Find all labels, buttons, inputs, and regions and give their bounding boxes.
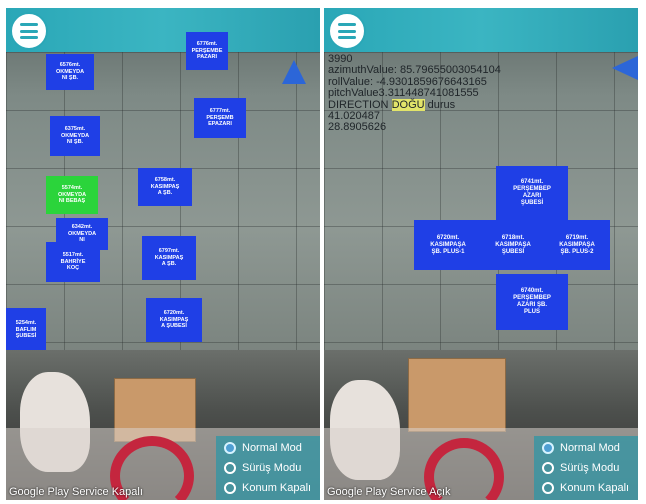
option-konum-kapali[interactable]: Konum Kapalı	[224, 478, 311, 498]
direction-text: DIRECTION DOĞU durus	[328, 98, 456, 111]
option-normal-mod[interactable]: Normal Mod	[224, 438, 302, 458]
ar-location-tag[interactable]: 6741mt. PERŞEMBEP AZARI ŞUBESİ	[496, 166, 568, 220]
hud-line: 28.8905626	[328, 121, 387, 134]
ar-location-tag[interactable]: 6758mt. KASIMPAŞ A ŞB.	[138, 168, 192, 206]
top-bar	[324, 8, 638, 52]
radio-icon[interactable]	[224, 482, 236, 494]
hamburger-menu-icon	[338, 23, 356, 39]
mode-options-panel: Normal Mod Sürüş Modu Konum Kapalı	[216, 436, 320, 500]
direction-highlight: DOĞU	[391, 98, 425, 111]
option-label: Sürüş Modu	[242, 462, 302, 474]
ar-location-tag[interactable]: 6777mt. PERŞEMB EPAZARI	[194, 98, 246, 138]
radio-icon[interactable]	[224, 462, 236, 474]
menu-button[interactable]	[328, 12, 366, 50]
ar-location-tag[interactable]: 6720mt. KASIMPAŞ A ŞUBESİ	[146, 298, 202, 342]
ar-location-tag[interactable]: 6375mt. OKMEYDA NI ŞB.	[50, 116, 100, 156]
sensor-readout: 3990 azimuthValue: 85.79655003054104 rol…	[328, 53, 501, 134]
ar-location-tag[interactable]: 6776mt. PERŞEMBE PAZARI	[186, 32, 228, 70]
navigation-arrow-icon	[612, 56, 638, 80]
top-bar	[6, 8, 320, 52]
ar-location-tag[interactable]: 6719mt. KASIMPAŞA ŞB. PLUS-2	[544, 220, 610, 270]
right-ar-screen: 3990 azimuthValue: 85.79655003054104 rol…	[324, 8, 638, 500]
option-label: Normal Mod	[242, 442, 302, 454]
ar-location-tag[interactable]: 5254mt. BAFLIM ŞUBESİ	[6, 308, 46, 352]
option-label: Normal Mod	[560, 442, 620, 454]
radio-icon[interactable]	[542, 482, 554, 494]
ar-location-tag[interactable]: 6720mt. KASIMPAŞA ŞB. PLUS-1	[414, 220, 482, 270]
cardboard-box	[408, 358, 506, 432]
navigation-arrow-icon	[282, 60, 306, 84]
google-play-status: Google Play Service Açık	[327, 486, 451, 498]
radio-selected-icon[interactable]	[224, 442, 236, 454]
option-surus-modu[interactable]: Sürüş Modu	[542, 458, 619, 478]
option-label: Sürüş Modu	[560, 462, 620, 474]
ar-location-tag[interactable]: 6797mt. KASIMPAŞ A ŞB.	[142, 236, 196, 280]
radio-icon[interactable]	[542, 462, 554, 474]
option-normal-mod[interactable]: Normal Mod	[542, 438, 620, 458]
ar-location-tag[interactable]: 6718mt. KASIMPAŞA ŞUBESİ	[482, 220, 544, 270]
ar-location-tag-selected[interactable]: 5574mt. OKMEYDA NI BEBAŞ	[46, 176, 98, 214]
ar-location-tag[interactable]: 6576mt. OKMEYDA NI ŞB.	[46, 54, 94, 90]
ar-location-tag[interactable]: 6740mt. PERŞEMBEP AZARI ŞB. PLUS	[496, 274, 568, 330]
mode-options-panel: Normal Mod Sürüş Modu Konum Kapalı	[534, 436, 638, 500]
option-label: Konum Kapalı	[242, 482, 312, 494]
ar-location-tag[interactable]: 5517mt. BAHRİYE KOÇ	[46, 242, 100, 282]
option-surus-modu[interactable]: Sürüş Modu	[224, 458, 301, 478]
google-play-status: Google Play Service Kapalı	[9, 486, 143, 498]
radio-selected-icon[interactable]	[542, 442, 554, 454]
left-ar-screen: 6776mt. PERŞEMBE PAZARI 6576mt. OKMEYDA …	[6, 8, 320, 500]
option-konum-kapali[interactable]: Konum Kapalı	[542, 478, 629, 498]
menu-button[interactable]	[10, 12, 48, 50]
hamburger-menu-icon	[20, 23, 38, 39]
option-label: Konum Kapalı	[560, 482, 630, 494]
